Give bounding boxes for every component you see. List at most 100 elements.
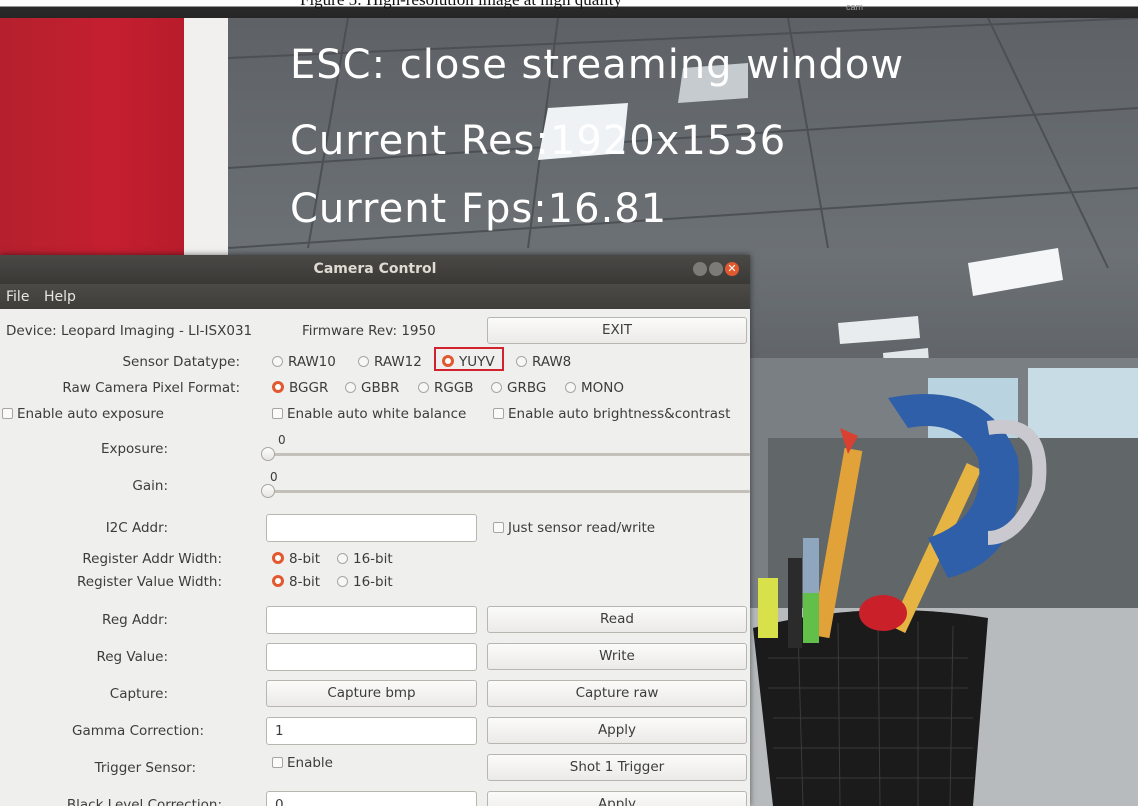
auto-exposure-box <box>2 408 13 419</box>
minimize-icon[interactable] <box>693 262 707 276</box>
radio-value-16bit-label: 16-bit <box>353 574 393 590</box>
radio-bggr[interactable]: BGGR <box>272 380 328 396</box>
radio-bggr-label: BGGR <box>289 380 329 396</box>
dialog-titlebar[interactable]: Camera Control ✕ <box>0 255 750 284</box>
black-level-apply-button[interactable]: Apply <box>487 791 747 806</box>
sensor-datatype-label: Sensor Datatype: <box>122 354 240 370</box>
reg-value-label: Reg Value: <box>96 649 168 665</box>
i2c-addr-input[interactable] <box>266 514 477 542</box>
radio-value-16bit[interactable]: 16-bit <box>337 574 393 590</box>
capture-label: Capture: <box>109 686 168 702</box>
radio-grbg-dot <box>491 382 502 393</box>
menu-help[interactable]: Help <box>44 289 76 305</box>
auto-brightness-checkbox[interactable]: Enable auto brightness&contrast <box>493 406 730 422</box>
figure-caption: Figure 5: High-resolution image at high … <box>300 0 622 10</box>
exposure-label: Exposure: <box>100 441 168 457</box>
radio-value-8bit-dot <box>272 575 284 587</box>
radio-mono-label: MONO <box>581 380 624 396</box>
radio-mono[interactable]: MONO <box>565 380 624 396</box>
i2c-addr-label: I2C Addr: <box>105 520 168 536</box>
dialog-title: Camera Control <box>313 261 437 277</box>
reg-addr-input[interactable] <box>266 606 477 634</box>
just-sensor-checkbox[interactable]: Just sensor read/write <box>493 520 655 536</box>
stream-esc-hint: ESC: close streaming window <box>290 42 905 88</box>
radio-grbg-label: GRBG <box>507 380 547 396</box>
radio-gbbr[interactable]: GBBR <box>345 380 399 396</box>
gamma-input[interactable]: 1 <box>266 717 477 745</box>
auto-exposure-label: Enable auto exposure <box>17 406 164 422</box>
write-button[interactable]: Write <box>487 643 747 670</box>
read-button[interactable]: Read <box>487 606 747 633</box>
radio-bggr-dot <box>272 381 284 393</box>
radio-value-8bit-label: 8-bit <box>289 574 321 590</box>
radio-gbbr-label: GBBR <box>361 380 400 396</box>
radio-yuyv-label: YUYV <box>459 354 495 370</box>
gamma-apply-button[interactable]: Apply <box>487 717 747 744</box>
radio-yuyv[interactable]: YUYV <box>442 354 495 370</box>
reg-addr-label: Reg Addr: <box>102 612 168 628</box>
auto-white-balance-box <box>272 408 283 419</box>
gamma-label: Gamma Correction: <box>72 723 204 739</box>
radio-rggb[interactable]: RGGB <box>418 380 474 396</box>
radio-yuyv-dot <box>442 355 454 367</box>
radio-addr-16bit-dot <box>337 553 348 564</box>
radio-addr-8bit-dot <box>272 552 284 564</box>
auto-brightness-label: Enable auto brightness&contrast <box>508 406 731 422</box>
reg-value-input[interactable] <box>266 643 477 671</box>
radio-raw8-dot <box>516 356 527 367</box>
pixel-format-label: Raw Camera Pixel Format: <box>62 380 240 396</box>
trigger-label: Trigger Sensor: <box>94 760 196 776</box>
radio-gbbr-dot <box>345 382 356 393</box>
radio-value-8bit[interactable]: 8-bit <box>272 574 320 590</box>
trigger-enable-checkbox[interactable]: Enable <box>272 755 333 771</box>
radio-raw8[interactable]: RAW8 <box>516 354 571 370</box>
close-icon[interactable]: ✕ <box>725 262 739 276</box>
radio-raw10-dot <box>272 356 283 367</box>
stream-fps: Current Fps:16.81 <box>290 186 668 232</box>
radio-raw12-dot <box>358 356 369 367</box>
radio-addr-8bit[interactable]: 8-bit <box>272 551 320 567</box>
trigger-enable-box <box>272 757 283 768</box>
firmware-label: Firmware Rev: 1950 <box>302 323 436 339</box>
gain-slider-handle[interactable] <box>261 484 275 498</box>
gain-value: 0 <box>270 470 278 484</box>
desktop-light-panel <box>184 18 228 258</box>
stream-resolution: Current Res:1920x1536 <box>290 118 787 164</box>
radio-raw12-label: RAW12 <box>374 354 422 370</box>
exposure-slider-handle[interactable] <box>261 447 275 461</box>
radio-raw8-label: RAW8 <box>532 354 572 370</box>
maximize-icon[interactable] <box>709 262 723 276</box>
shot-trigger-button[interactable]: Shot 1 Trigger <box>487 754 747 781</box>
auto-brightness-box <box>493 408 504 419</box>
radio-addr-16bit[interactable]: 16-bit <box>337 551 393 567</box>
desktop-red-panel <box>0 18 184 258</box>
exposure-slider[interactable] <box>266 453 750 456</box>
corner-label: cam <box>846 2 864 12</box>
device-label: Device: Leopard Imaging - LI-ISX031 <box>6 323 253 339</box>
radio-raw12[interactable]: RAW12 <box>358 354 422 370</box>
auto-exposure-checkbox[interactable]: Enable auto exposure <box>2 406 164 422</box>
exit-button[interactable]: EXIT <box>487 317 747 344</box>
document-caption-strip: Figure 5: High-resolution image at high … <box>0 0 1138 18</box>
gain-slider[interactable] <box>266 490 750 493</box>
radio-raw10-label: RAW10 <box>288 354 336 370</box>
black-level-label: Black Level Correction: <box>66 797 222 806</box>
auto-white-balance-label: Enable auto white balance <box>287 406 467 422</box>
radio-addr-16bit-label: 16-bit <box>353 551 393 567</box>
radio-grbg[interactable]: GRBG <box>491 380 546 396</box>
capture-raw-button[interactable]: Capture raw <box>487 680 747 707</box>
menu-file[interactable]: File <box>6 289 29 305</box>
auto-white-balance-checkbox[interactable]: Enable auto white balance <box>272 406 466 422</box>
radio-raw10[interactable]: RAW10 <box>272 354 336 370</box>
black-level-input[interactable]: 0 <box>266 791 477 806</box>
menu-bar: File Help <box>0 284 750 309</box>
reg-addr-width-label: Register Addr Width: <box>82 551 222 567</box>
capture-bmp-button[interactable]: Capture bmp <box>266 680 477 707</box>
radio-rggb-label: RGGB <box>434 380 474 396</box>
just-sensor-label: Just sensor read/write <box>508 520 656 536</box>
radio-addr-8bit-label: 8-bit <box>289 551 321 567</box>
gain-label: Gain: <box>132 478 168 494</box>
radio-rggb-dot <box>418 382 429 393</box>
camera-control-dialog: Camera Control ✕ File Help Device: Leopa… <box>0 255 750 806</box>
reg-value-width-label: Register Value Width: <box>76 574 222 590</box>
